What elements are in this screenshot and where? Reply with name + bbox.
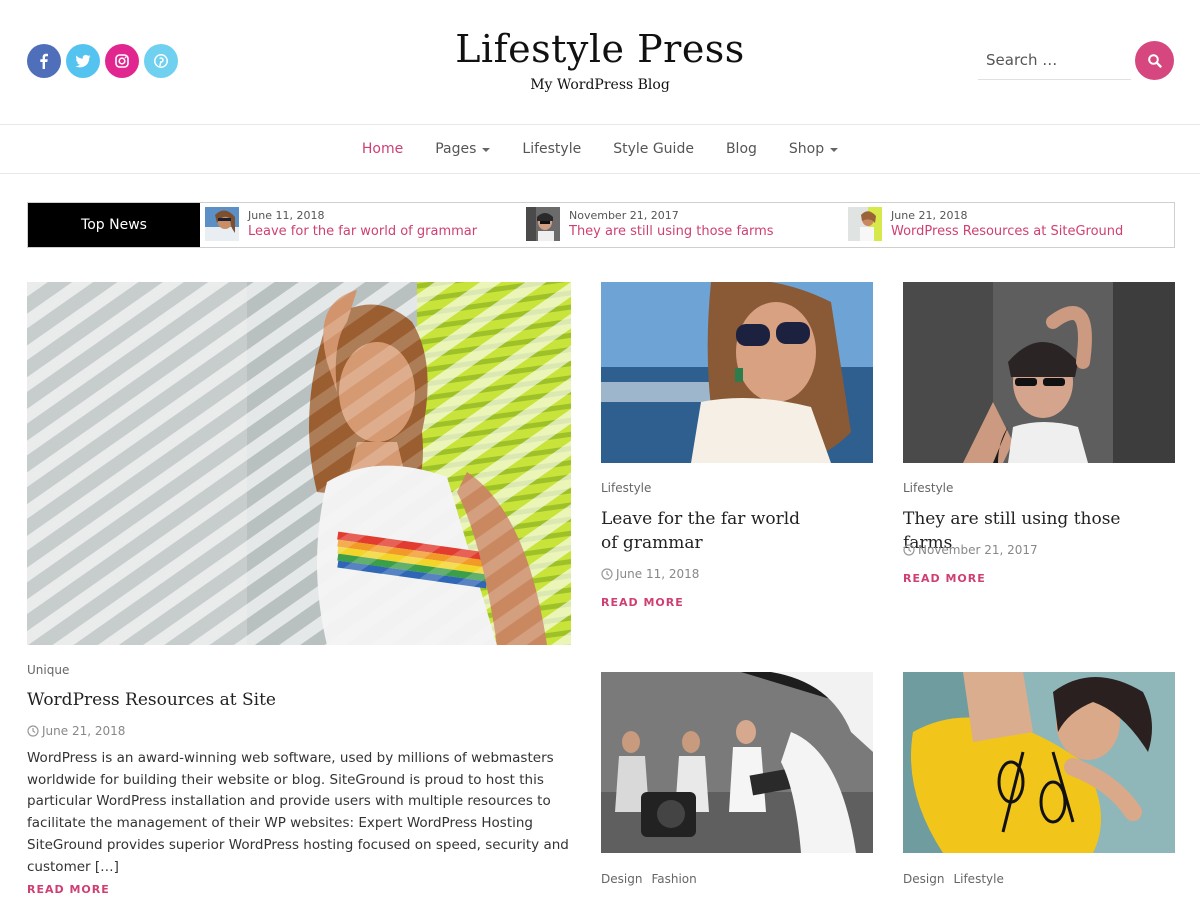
- post-image[interactable]: [903, 282, 1175, 463]
- category-label[interactable]: Lifestyle: [903, 481, 953, 495]
- caret-down-icon: [830, 147, 839, 152]
- post-date: November 21, 2017: [903, 543, 1038, 557]
- post-categories: Design Fashion: [601, 872, 697, 886]
- ticker-thumbnail: [848, 207, 882, 241]
- post-title[interactable]: WordPress Resources at Site: [27, 688, 571, 712]
- post-category[interactable]: Unique: [27, 663, 69, 677]
- caret-down-icon: [482, 147, 491, 152]
- featured-post-image[interactable]: [27, 282, 571, 645]
- ticker-item[interactable]: June 11, 2018 Leave for the far world of…: [205, 207, 477, 241]
- ticker-thumbnail: [205, 207, 239, 241]
- post-category[interactable]: Lifestyle: [903, 481, 953, 495]
- ticker-title[interactable]: Leave for the far world of grammar: [248, 223, 477, 241]
- nav-lifestyle-label: Lifestyle: [522, 141, 582, 157]
- nav-blog-label: Blog: [725, 141, 757, 157]
- post-excerpt: WordPress is an award-winning web softwa…: [27, 750, 569, 875]
- post-title[interactable]: Leave for the far world of grammar: [601, 507, 821, 555]
- clock-icon: [27, 725, 39, 737]
- search-button[interactable]: [1135, 41, 1174, 80]
- nav-pages-label: Pages: [435, 141, 477, 157]
- top-news-label: Top News: [28, 203, 200, 247]
- ticker-thumbnail: [526, 207, 560, 241]
- read-more-link[interactable]: READ MORE: [601, 596, 684, 609]
- category-label[interactable]: Design: [601, 872, 642, 886]
- clock-icon: [601, 568, 613, 580]
- read-more-link[interactable]: READ MORE: [903, 572, 986, 585]
- post-date-text: June 21, 2018: [42, 724, 126, 738]
- category-label[interactable]: Lifestyle: [601, 481, 651, 495]
- post-categories: Design Lifestyle: [903, 872, 1004, 886]
- ticker-date: June 21, 2018: [891, 209, 968, 222]
- nav-lifestyle[interactable]: Lifestyle: [506, 141, 597, 157]
- nav-blog[interactable]: Blog: [710, 141, 773, 157]
- category-label[interactable]: Lifestyle: [953, 872, 1003, 886]
- category-label[interactable]: Unique: [27, 663, 69, 677]
- ticker-item[interactable]: November 21, 2017 They are still using t…: [526, 207, 774, 241]
- post-date: June 21, 2018: [27, 724, 125, 738]
- nav-shop-label: Shop: [788, 141, 825, 157]
- post-date-text: June 11, 2018: [616, 567, 700, 581]
- ticker-title[interactable]: They are still using those farms: [569, 223, 774, 241]
- search-form: [978, 41, 1174, 80]
- nav-style-guide[interactable]: Style Guide: [597, 141, 710, 157]
- ticker-date: November 21, 2017: [569, 209, 679, 222]
- nav-home[interactable]: Home: [346, 141, 419, 157]
- post-image[interactable]: [903, 672, 1175, 853]
- read-more-link[interactable]: READ MORE: [27, 883, 110, 896]
- search-input[interactable]: [978, 41, 1131, 80]
- post-category[interactable]: Lifestyle: [601, 481, 651, 495]
- search-icon: [1147, 53, 1162, 68]
- nav-style-guide-label: Style Guide: [613, 141, 694, 157]
- post-image[interactable]: [601, 282, 873, 463]
- clock-icon: [903, 544, 915, 556]
- ticker-title[interactable]: WordPress Resources at SiteGround: [891, 223, 1123, 241]
- category-label[interactable]: Fashion: [651, 872, 696, 886]
- main-navigation: Home Pages Lifestyle Style Guide Blog Sh…: [0, 124, 1200, 174]
- nav-home-label: Home: [361, 141, 404, 157]
- top-news-ticker: Top News June 11, 2018 Leave for the far…: [27, 202, 1175, 248]
- site-header: Lifestyle Press My WordPress Blog: [0, 0, 1200, 124]
- category-label[interactable]: Design: [903, 872, 944, 886]
- ticker-item[interactable]: June 21, 2018 WordPress Resources at Sit…: [848, 207, 1123, 241]
- nav-shop[interactable]: Shop: [773, 141, 854, 157]
- ticker-date: June 11, 2018: [248, 209, 325, 222]
- post-image[interactable]: [601, 672, 873, 853]
- nav-pages[interactable]: Pages: [419, 141, 506, 157]
- post-date: June 11, 2018: [601, 567, 699, 581]
- post-date-text: November 21, 2017: [918, 543, 1038, 557]
